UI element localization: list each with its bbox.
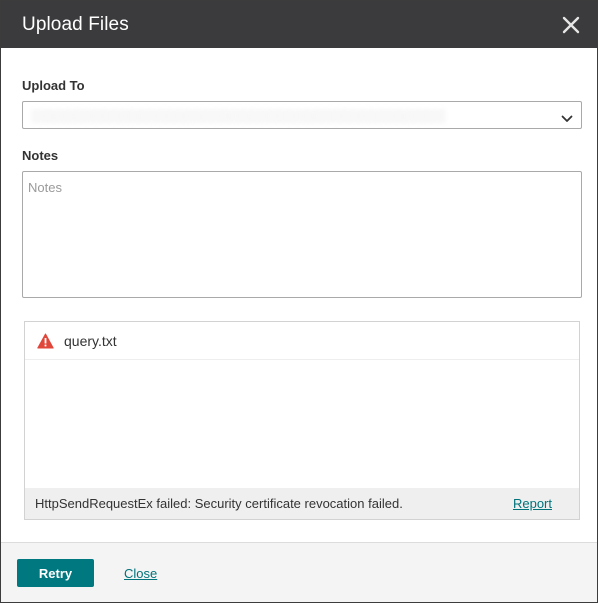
- upload-to-select[interactable]: ░░░░░░░░░░░░░░░░░░░░░░░░░░░░░░░░░░░░░░░░…: [22, 101, 582, 129]
- notes-textarea[interactable]: [22, 171, 582, 298]
- file-row[interactable]: query.txt: [25, 322, 579, 360]
- dialog-titlebar: Upload Files: [1, 1, 597, 48]
- upload-to-selected-value: ░░░░░░░░░░░░░░░░░░░░░░░░░░░░░░░░░░░░░░░░…: [31, 107, 446, 123]
- upload-file-list: query.txt HttpSendRequestEx failed: Secu…: [24, 321, 580, 520]
- upload-status-bar: HttpSendRequestEx failed: Security certi…: [25, 488, 579, 519]
- retry-button[interactable]: Retry: [17, 559, 94, 587]
- file-name: query.txt: [64, 332, 117, 349]
- upload-files-dialog: Upload Files Upload To ░░░░░░░░░░░░░░░░░…: [0, 0, 598, 603]
- notes-label: Notes: [22, 148, 59, 163]
- close-link[interactable]: Close: [124, 566, 157, 581]
- close-icon[interactable]: [561, 15, 581, 35]
- warning-icon: [37, 333, 54, 349]
- upload-to-label: Upload To: [22, 78, 85, 93]
- error-message: HttpSendRequestEx failed: Security certi…: [35, 496, 403, 511]
- dialog-footer: Retry Close: [1, 542, 597, 602]
- dialog-title: Upload Files: [22, 13, 129, 35]
- chevron-down-icon: [561, 111, 573, 129]
- report-link[interactable]: Report: [513, 496, 552, 511]
